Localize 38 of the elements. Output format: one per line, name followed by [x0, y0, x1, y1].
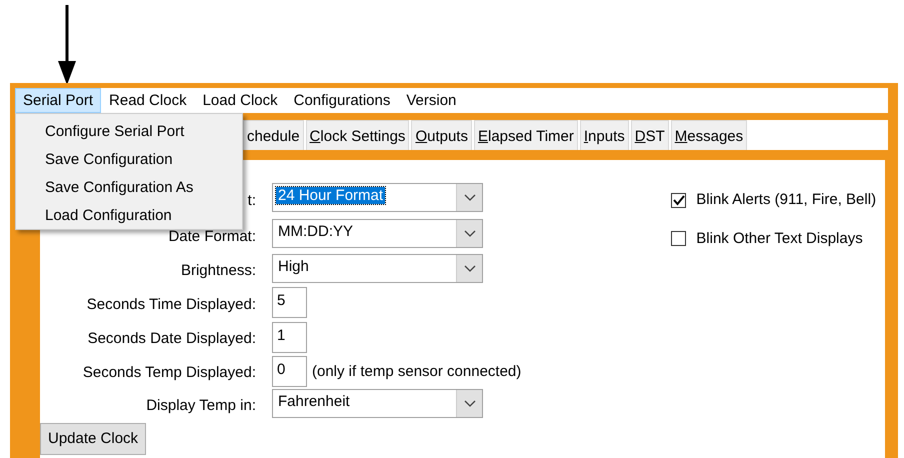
update-button[interactable]: Update Clock [40, 423, 146, 454]
dropdown[interactable]: 24 Hour Format [272, 183, 483, 212]
menu-option[interactable]: Save Configuration As [16, 175, 242, 203]
menu-item[interactable]: Version [398, 88, 464, 113]
dropdown[interactable]: Fahrenheit [272, 389, 483, 418]
menu-item[interactable]: Serial Port [15, 88, 102, 113]
input-field[interactable]: 1 [272, 322, 307, 353]
field-label: Display Temp in: [145, 396, 256, 416]
field-label: Seconds Time Displayed: [86, 294, 256, 314]
field-label: Brightness: [180, 260, 256, 280]
dropdown[interactable]: High [272, 254, 483, 283]
checkbox-label: Blink Alerts (911, Fire, Bell) [696, 190, 876, 210]
menu-item[interactable]: Configurations [286, 88, 398, 113]
chevron-down-icon[interactable] [464, 230, 476, 238]
tab[interactable]: Outputs [411, 120, 472, 150]
tab[interactable]: Inputs [580, 120, 629, 150]
tab[interactable]: Clock Settings [306, 120, 410, 150]
menu-item[interactable]: Read Clock [101, 88, 195, 113]
dropdown[interactable]: MM:DD:YY [272, 219, 483, 248]
tab[interactable]: Messages [670, 120, 748, 150]
tab[interactable]: Elapsed Timer [474, 120, 578, 150]
checkbox-label: Blink Other Text Displays [696, 228, 863, 248]
input-field[interactable]: 0 [272, 356, 307, 387]
menu-option[interactable]: Configure Serial Port [16, 119, 242, 147]
checkbox[interactable] [671, 231, 686, 246]
field-label: Seconds Temp Displayed: [82, 362, 256, 382]
field-label: t: [246, 191, 256, 211]
tab[interactable]: chedule [243, 120, 304, 150]
input-field[interactable]: 5 [272, 287, 307, 318]
hint-text: (only if temp sensor connected) [312, 362, 522, 382]
checkbox[interactable] [671, 192, 686, 208]
menu-option[interactable]: Save Configuration [16, 147, 242, 175]
field-label: Seconds Date Displayed: [86, 329, 256, 349]
chevron-down-icon[interactable] [464, 400, 476, 408]
menu-item[interactable]: Load Clock [194, 88, 286, 113]
chevron-down-icon[interactable] [464, 264, 476, 272]
tab[interactable]: DST [630, 120, 669, 150]
chevron-down-icon[interactable] [464, 194, 476, 202]
